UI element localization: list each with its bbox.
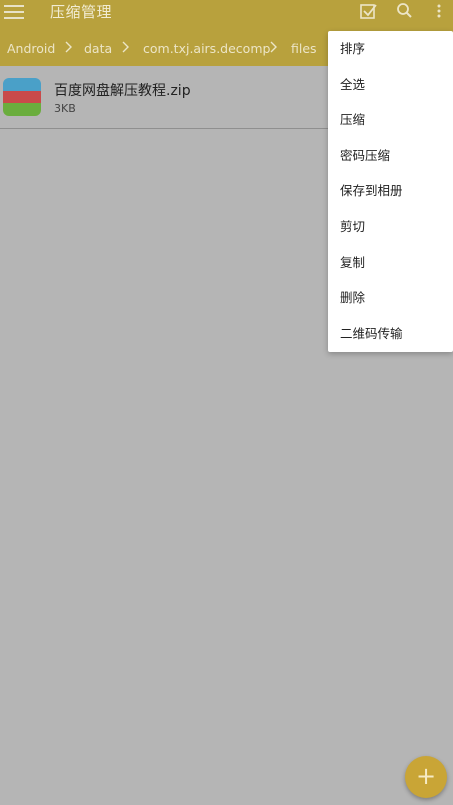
menu-item-qr-transfer[interactable]: 二维码传输 [340, 325, 403, 343]
breadcrumb-item[interactable]: Android [7, 41, 55, 56]
menu-item-sort[interactable]: 排序 [340, 40, 365, 58]
more-options-icon[interactable] [432, 2, 453, 22]
chevron-right-icon [270, 41, 277, 53]
menu-item-delete[interactable]: 删除 [340, 289, 365, 307]
select-all-checkbox-icon[interactable] [359, 2, 381, 22]
page-title: 压缩管理 [50, 3, 113, 21]
zip-archive-icon [3, 78, 41, 116]
file-name: 百度网盘解压教程.zip [54, 83, 191, 99]
menu-item-save-to-album[interactable]: 保存到相册 [340, 182, 403, 200]
hamburger-menu-icon[interactable] [4, 2, 26, 22]
breadcrumb-item[interactable]: com.txj.airs.decomp [143, 41, 270, 56]
chevron-right-icon [65, 41, 72, 53]
breadcrumb-item[interactable]: files [291, 41, 317, 56]
add-button[interactable]: + [405, 756, 447, 798]
menu-item-compress[interactable]: 压缩 [340, 111, 365, 129]
file-size: 3KB [54, 102, 76, 115]
overflow-menu: 排序 全选 压缩 密码压缩 保存到相册 剪切 复制 删除 二维码传输 [328, 31, 453, 352]
search-icon[interactable] [396, 2, 418, 22]
toolbar: 压缩管理 [0, 0, 453, 26]
menu-item-password-compress[interactable]: 密码压缩 [340, 147, 390, 165]
menu-item-cut[interactable]: 剪切 [340, 218, 365, 236]
menu-item-copy[interactable]: 复制 [340, 254, 365, 272]
chevron-right-icon [122, 41, 129, 53]
add-icon: + [415, 762, 437, 790]
breadcrumb-item[interactable]: data [84, 41, 112, 56]
menu-item-select-all[interactable]: 全选 [340, 76, 365, 94]
